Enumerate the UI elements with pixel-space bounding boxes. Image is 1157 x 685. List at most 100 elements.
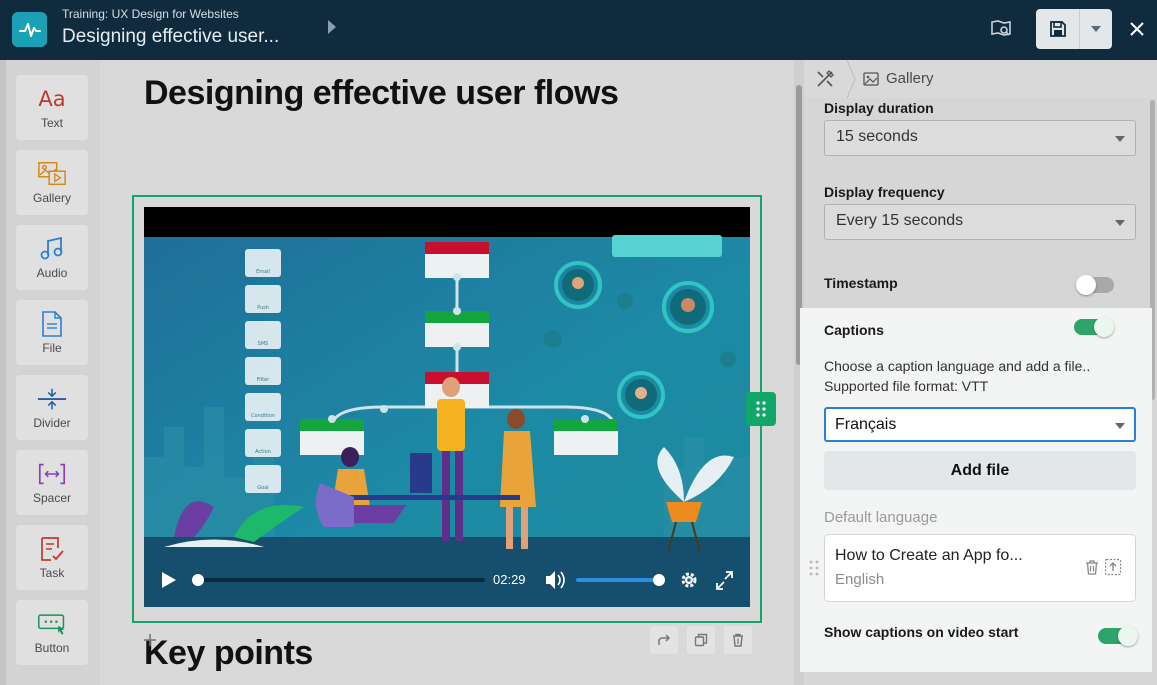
toggle-knob (1118, 626, 1138, 646)
task-icon (37, 535, 67, 563)
save-button[interactable] (1036, 9, 1080, 49)
add-block-button[interactable] (137, 627, 163, 653)
panel-breadcrumb (804, 60, 1157, 98)
timestamp-toggle[interactable] (1076, 275, 1114, 295)
divider-icon (37, 385, 67, 413)
display-frequency-select[interactable]: Every 15 seconds (824, 204, 1136, 240)
caption-file-card[interactable]: How to Create an App fo... English (824, 534, 1136, 602)
video-player[interactable]: Email Push SMS Filter Condition Action G… (144, 207, 750, 607)
show-captions-label: Show captions on video start (824, 624, 1019, 640)
tool-spacer[interactable]: Spacer (16, 450, 88, 515)
save-icon (1049, 21, 1066, 37)
caption-file-title: How to Create an App fo... (835, 547, 1023, 564)
gallery-icon (863, 72, 879, 86)
trash-icon (1086, 560, 1098, 575)
tool-file[interactable]: File (16, 300, 88, 365)
tool-audio[interactable]: Audio (16, 225, 88, 290)
tool-divider[interactable]: Divider (16, 375, 88, 440)
flow-label: Action (255, 449, 271, 455)
fullscreen-icon (716, 571, 733, 590)
captions-toggle[interactable] (1074, 317, 1114, 337)
tool-button[interactable]: Button (16, 600, 88, 665)
tool-label: Divider (33, 416, 71, 430)
block-actions (650, 626, 752, 654)
display-frequency-value: Every 15 seconds (836, 212, 964, 229)
chevron-down-icon (1115, 220, 1125, 226)
flow-label: Push (257, 305, 269, 311)
timestamp-label: Timestamp (824, 275, 898, 291)
audio-icon (37, 235, 67, 263)
save-button-group (1036, 9, 1112, 49)
toggle-knob (1094, 317, 1114, 337)
caption-language-select[interactable]: Français (824, 407, 1136, 442)
logo-icon[interactable] (12, 12, 47, 47)
add-file-button[interactable]: Add file (824, 451, 1136, 490)
course-title: Training: UX Design for Websites (62, 7, 239, 21)
tool-task[interactable]: Task (16, 525, 88, 590)
button-icon (37, 610, 67, 638)
video-time: 02:29 (493, 572, 526, 587)
tool-label: Button (34, 641, 70, 655)
flow-label: Filter (257, 377, 270, 383)
video-thumbnail: Email Push SMS Filter Condition Action G… (144, 207, 750, 607)
settings-icon (681, 572, 697, 588)
delete-block-button[interactable] (724, 626, 752, 654)
progress-handle (192, 574, 204, 586)
tool-gallery[interactable]: Gallery (16, 150, 88, 215)
video-controls: 02:29 (144, 562, 750, 598)
redo-icon (658, 634, 671, 645)
page-title[interactable]: Designing effective user flows (144, 74, 619, 113)
plus-icon (144, 634, 156, 646)
captions-format-text: Supported file format: VTT (824, 378, 989, 394)
display-duration-value: 15 seconds (836, 128, 918, 145)
chevron-down-icon (1115, 136, 1125, 142)
flow-label: Condition (251, 413, 275, 419)
display-frequency-label: Display frequency (824, 184, 945, 200)
tool-label: Spacer (32, 491, 72, 505)
caption-file-language: English (835, 571, 885, 588)
drag-handle[interactable] (746, 392, 776, 426)
save-options-button[interactable] (1080, 9, 1112, 49)
captions-help-text: Choose a caption language and add a file… (824, 358, 1091, 374)
breadcrumb-gallery[interactable]: Gallery (886, 70, 934, 87)
flow-label: SMS (258, 341, 269, 347)
captions-label: Captions (824, 322, 884, 338)
tool-label: Task (39, 566, 65, 580)
tool-text[interactable]: Aa Text (16, 75, 88, 140)
copy-icon (694, 633, 708, 647)
gallery-icon (37, 160, 67, 188)
toggle-knob (1076, 275, 1096, 295)
progress-track (197, 578, 485, 582)
grip-icon (756, 401, 766, 417)
volume-track (576, 578, 658, 582)
drag-grip-icon (809, 560, 819, 576)
chevron-down-icon (1115, 423, 1125, 429)
spacer-icon (37, 460, 67, 488)
file-icon (37, 310, 67, 338)
play-icon (162, 572, 176, 588)
preview-icon[interactable] (989, 17, 1013, 41)
tool-label: Gallery (32, 191, 71, 205)
display-duration-select[interactable]: 15 seconds (824, 120, 1136, 156)
close-icon[interactable] (1126, 18, 1148, 40)
top-bar: Training: UX Design for Websites Designi… (0, 0, 1157, 60)
default-language-label: Default language (824, 509, 938, 526)
show-captions-toggle[interactable] (1098, 626, 1138, 646)
volume-icon (546, 571, 555, 589)
section-heading[interactable]: Key points (144, 634, 313, 673)
tool-label: File (42, 341, 62, 355)
tool-label: Audio (36, 266, 68, 280)
chevron-right-icon[interactable] (328, 20, 336, 34)
text-icon: Aa (38, 87, 66, 111)
chevron-down-icon (1091, 26, 1101, 32)
palette-edge (0, 60, 6, 685)
display-duration-label: Display duration (824, 100, 934, 116)
replace-file-icon (1104, 558, 1122, 576)
trash-icon (733, 633, 743, 647)
flow-label: Goal (257, 485, 268, 491)
duplicate-block-button[interactable] (687, 626, 715, 654)
tool-label: Text (40, 116, 63, 130)
move-block-button[interactable] (650, 626, 678, 654)
lesson-title[interactable]: Designing effective user... (62, 26, 279, 48)
tools-icon (817, 70, 834, 87)
